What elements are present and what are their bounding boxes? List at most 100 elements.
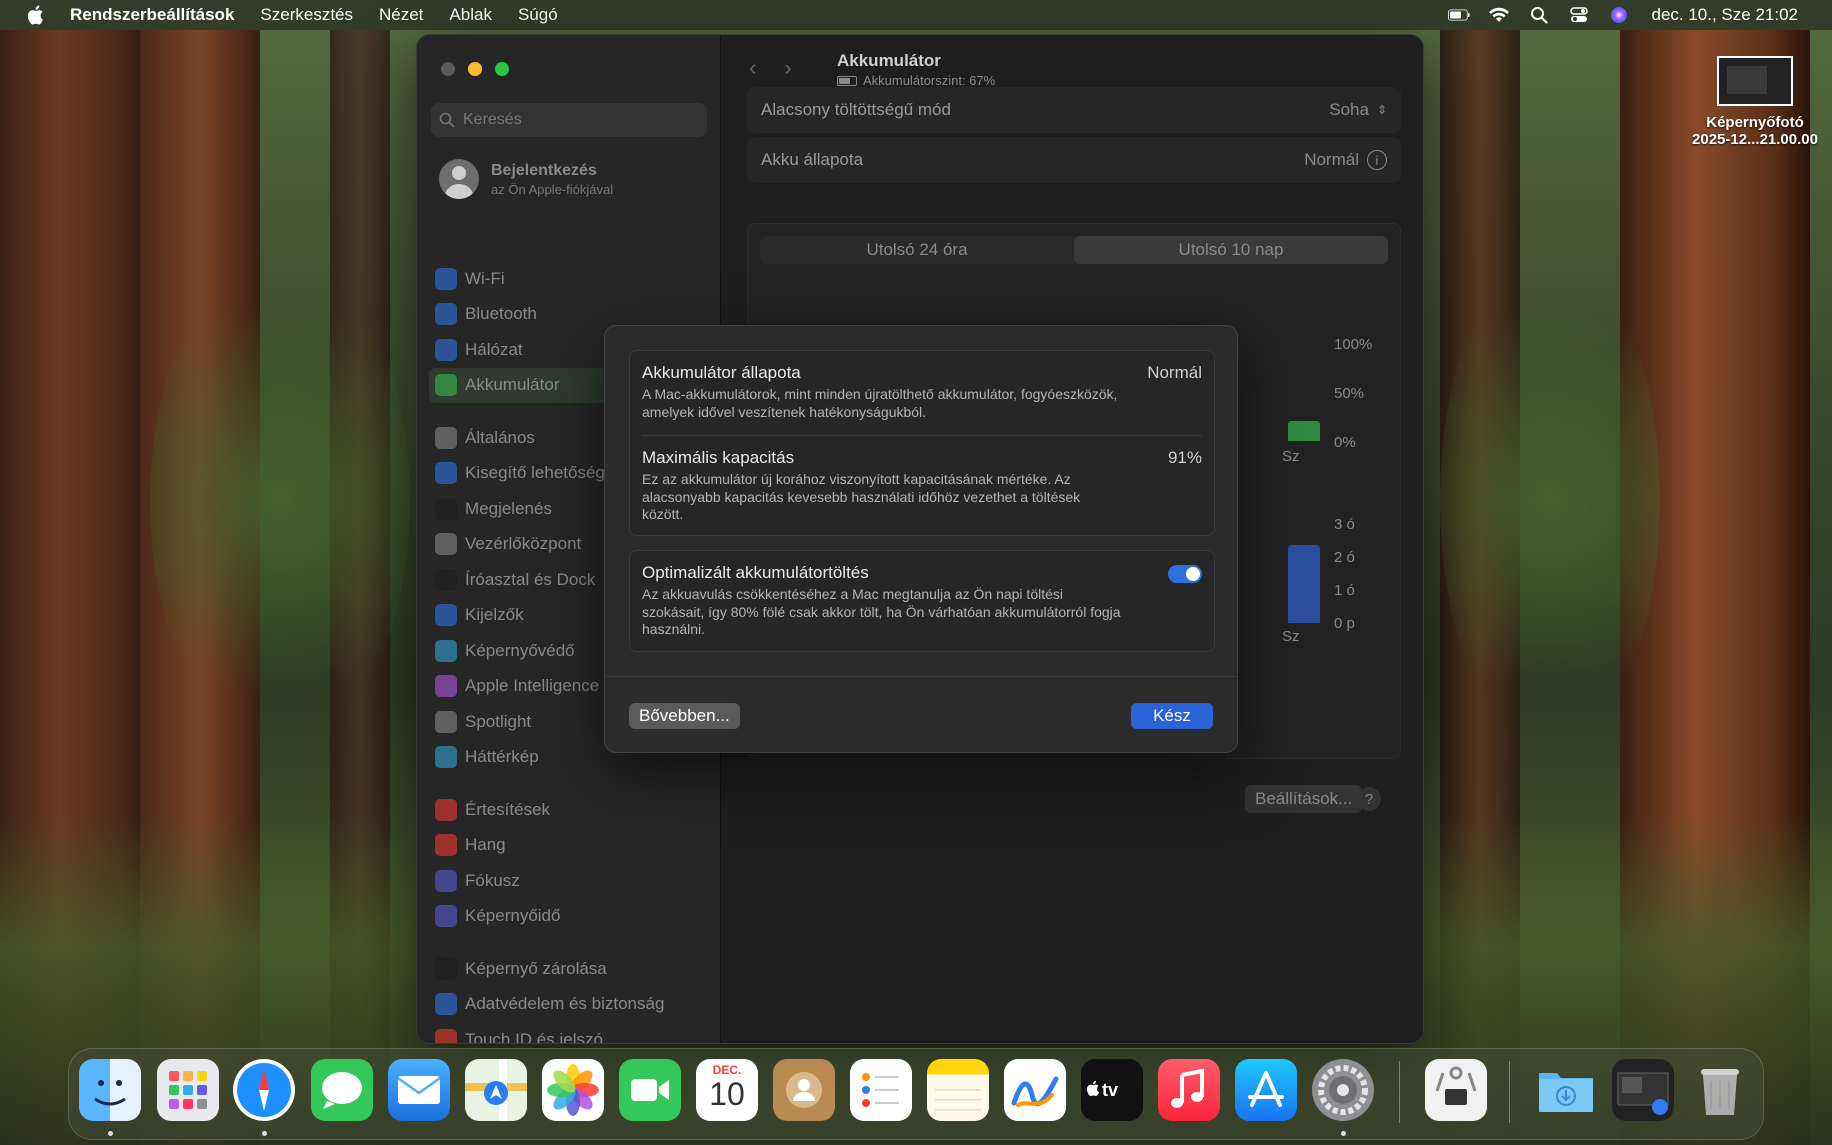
dock-separator: [1509, 1061, 1510, 1123]
spotlight-icon: [435, 710, 457, 733]
wallpaper-foliage: [150, 250, 410, 750]
recent-screenshot-icon[interactable]: [1612, 1059, 1674, 1121]
desktop-screenshot-file[interactable]: Képernyőfotó 2025-12...21.00.00: [1690, 56, 1820, 148]
wallpaper-foliage: [1440, 250, 1660, 750]
freeform-icon[interactable]: [1004, 1059, 1066, 1121]
account-sign-in[interactable]: Bejelentkezés az Ön Apple-fiókjával: [439, 159, 613, 199]
mail-icon[interactable]: [388, 1059, 450, 1121]
apple-tv-icon[interactable]: tv: [1081, 1059, 1143, 1121]
sidebar-item-label: Spotlight: [465, 711, 532, 731]
battery-health-label: Akku állapota: [761, 150, 864, 169]
sidebar-item-hourglass[interactable]: Képernyőidő: [429, 899, 709, 935]
launchpad-icon[interactable]: [157, 1059, 219, 1121]
level-axis-tick: 50%: [1334, 385, 1365, 402]
low-power-mode-row: Alacsony töltöttségű mód Soha ⇕: [747, 87, 1401, 133]
app-store-icon[interactable]: [1235, 1059, 1297, 1121]
optimized-charging-description: Az akkuavulás csökkentéséhez a Mac megta…: [642, 586, 1121, 637]
menu-view[interactable]: Nézet: [379, 5, 423, 25]
svg-text:tv: tv: [1102, 1080, 1118, 1100]
notes-icon[interactable]: [927, 1059, 989, 1121]
menu-clock[interactable]: dec. 10., Sze 21:02: [1652, 5, 1799, 25]
battery-health-status: Normál: [1147, 363, 1202, 382]
menu-help[interactable]: Súgó: [518, 5, 558, 25]
optimized-charging-toggle[interactable]: [1168, 565, 1202, 583]
help-button[interactable]: ?: [1357, 787, 1381, 811]
tab-last-10-days[interactable]: Utolsó 10 nap: [1074, 236, 1388, 264]
control-center-icon[interactable]: [1568, 6, 1590, 24]
battery-health-title: Akkumulátor állapota: [642, 363, 801, 382]
gear-icon: [435, 426, 457, 449]
system-information-icon[interactable]: [1425, 1059, 1487, 1121]
music-icon[interactable]: [1158, 1059, 1220, 1121]
sidebar-item-moon[interactable]: Fókusz: [429, 863, 709, 899]
safari-icon[interactable]: [233, 1059, 295, 1121]
sidebar-item-bell[interactable]: Értesítések: [429, 792, 709, 828]
search-field[interactable]: Keresés: [431, 103, 707, 137]
battery-health-description: A Mac-akkumulátorok, mint minden újratöl…: [642, 386, 1118, 420]
trash-icon[interactable]: [1689, 1059, 1751, 1121]
menu-app-name[interactable]: Rendszerbeállítások: [70, 5, 234, 25]
sidebar-item-wifi[interactable]: Wi-Fi: [429, 261, 709, 297]
battery-level-label: Akkumulátorszint: 67%: [863, 73, 996, 88]
sidebar-item-hand[interactable]: Adatvédelem és biztonság: [429, 987, 709, 1023]
usage-axis-tick: 3 ó: [1334, 516, 1355, 533]
reminders-icon[interactable]: [850, 1059, 912, 1121]
wallpaper-icon: [435, 746, 457, 769]
downloads-folder-icon[interactable]: [1535, 1059, 1597, 1121]
contacts-icon[interactable]: [773, 1059, 835, 1121]
running-indicator: [262, 1131, 267, 1136]
bell-icon: [435, 798, 457, 821]
bluetooth-icon: [435, 303, 457, 326]
tab-last-24-hours[interactable]: Utolsó 24 óra: [760, 236, 1074, 264]
window-controls: [441, 62, 509, 76]
sidebar-item-lock[interactable]: Képernyő zárolása: [429, 951, 709, 987]
low-power-mode-label: Alacsony töltöttségű mód: [761, 100, 951, 119]
screen-usage-bar: [1288, 545, 1320, 623]
sidebar-item-label: Fókusz: [465, 870, 520, 890]
menu-window[interactable]: Ablak: [449, 5, 492, 25]
photos-icon[interactable]: [542, 1059, 604, 1121]
battery-settings-button[interactable]: Beállítások...: [1245, 785, 1363, 813]
forward-arrow-icon[interactable]: ›: [784, 55, 791, 81]
speaker-icon: [435, 834, 457, 857]
battery-status-icon[interactable]: [1447, 6, 1470, 24]
menu-edit[interactable]: Szerkesztés: [260, 5, 353, 25]
search-placeholder: Keresés: [463, 111, 522, 128]
minimize-window-button[interactable]: [468, 62, 482, 76]
sidebar-item-speaker[interactable]: Hang: [429, 828, 709, 864]
screenshot-filename-line-2: 2025-12...21.00.00: [1692, 131, 1818, 148]
siri-icon[interactable]: [1608, 6, 1630, 24]
sidebar-item-fingerprint[interactable]: Touch ID és jelszó: [429, 1022, 709, 1044]
low-power-mode-select[interactable]: Soha ⇕: [1329, 100, 1387, 120]
battery-level-icon: [837, 75, 857, 86]
usage-day-label: Sz: [1282, 628, 1300, 645]
messages-icon[interactable]: [311, 1059, 373, 1121]
battery-level-text: Akkumulátorszint: 67%: [837, 73, 995, 88]
back-arrow-icon[interactable]: ‹: [749, 55, 756, 81]
optimized-charging-title: Optimalizált akkumulátortöltés: [642, 563, 869, 582]
learn-more-button[interactable]: Bővebben...: [629, 703, 740, 729]
battery-health-dialog: Akkumulátor állapota Normál A Mac-akkumu…: [604, 325, 1238, 753]
facetime-icon[interactable]: [619, 1059, 681, 1121]
sidebar-item-label: Touch ID és jelszó: [465, 1029, 603, 1044]
done-button[interactable]: Kész: [1131, 703, 1213, 729]
wifi-icon: [435, 267, 457, 290]
calendar-day: 10: [709, 1076, 745, 1112]
maps-icon[interactable]: [465, 1059, 527, 1121]
apple-menu-icon[interactable]: [26, 5, 44, 25]
wifi-status-icon[interactable]: [1488, 6, 1510, 24]
sidebar-item-label: Képernyőidő: [465, 906, 561, 926]
zoom-window-button[interactable]: [495, 62, 509, 76]
usage-axis-tick: 1 ó: [1334, 582, 1355, 599]
close-window-button[interactable]: [441, 62, 455, 76]
display-icon: [435, 604, 457, 627]
info-icon[interactable]: i: [1367, 150, 1387, 170]
calendar-icon[interactable]: DEC. 10: [696, 1059, 758, 1121]
health-info-card: Akkumulátor állapota Normál A Mac-akkumu…: [629, 350, 1215, 536]
finder-icon[interactable]: [79, 1059, 141, 1121]
spotlight-search-icon[interactable]: [1528, 6, 1550, 24]
level-day-label: Sz: [1282, 448, 1300, 465]
time-range-segmented-control: Utolsó 24 óra Utolsó 10 nap: [760, 236, 1388, 264]
system-settings-icon[interactable]: [1312, 1059, 1374, 1121]
max-capacity-title: Maximális kapacitás: [642, 448, 795, 467]
